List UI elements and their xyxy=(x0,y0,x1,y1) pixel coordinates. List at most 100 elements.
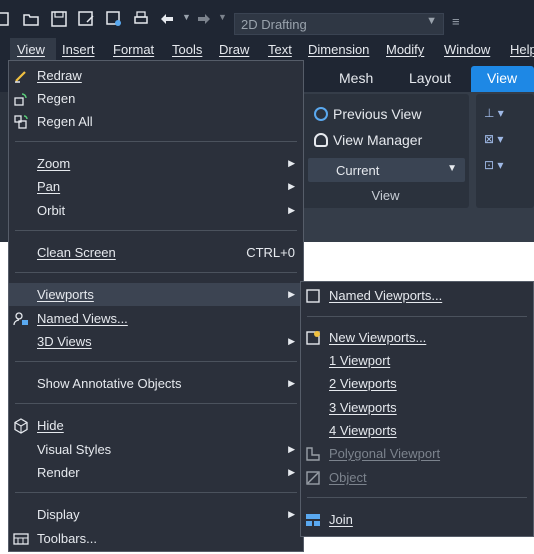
submenu-arrow-icon: ▶ xyxy=(288,509,295,519)
menu-item-3d-views[interactable]: 3D Views ▶ xyxy=(9,330,303,353)
menu-item-new-viewports[interactable]: New Viewports... xyxy=(301,326,533,349)
app-icon[interactable] xyxy=(0,10,10,28)
menu-item-object[interactable]: Object xyxy=(301,466,533,489)
view-panel-title: View xyxy=(371,188,400,203)
ucs-world-icon[interactable]: ⊡ ▾ xyxy=(484,158,503,172)
menu-item-label: Regen xyxy=(37,91,76,106)
menu-item-label: 2 Viewports xyxy=(329,376,397,391)
plot-icon[interactable] xyxy=(132,10,150,28)
undo-dropdown-icon[interactable]: ▼ xyxy=(182,12,191,22)
menu-bar: View Insert Format Tools Draw Text Dimen… xyxy=(0,38,534,62)
submenu-arrow-icon: ▶ xyxy=(288,378,295,388)
menu-item-join[interactable]: Join xyxy=(301,508,533,531)
menu-item-clean-screen[interactable]: Clean Screen CTRL+0 xyxy=(9,241,303,264)
menu-item-orbit[interactable]: Orbit ▶ xyxy=(9,199,303,222)
menu-item-label: 3 Viewports xyxy=(329,400,397,415)
submenu-arrow-icon: ▶ xyxy=(288,444,295,454)
tab-view-label: View xyxy=(487,70,518,86)
save-icon[interactable] xyxy=(50,10,68,28)
polygonal-viewport-icon xyxy=(305,446,321,462)
chevron-down-icon: ▼ xyxy=(426,15,437,27)
tab-layout[interactable]: Layout xyxy=(409,70,451,86)
menu-item-4-viewports[interactable]: 4 Viewports xyxy=(301,419,533,442)
named-views-icon xyxy=(13,311,29,327)
workspace-selector[interactable]: 2D Drafting ▼ xyxy=(234,13,444,35)
chevron-down-icon: ▼ xyxy=(447,163,457,174)
current-view-value: Current xyxy=(336,163,380,178)
menu-separator xyxy=(307,497,527,498)
menu-item-label: Object xyxy=(329,470,367,485)
menu-item-label: Regen All xyxy=(37,114,93,129)
menu-item-regen[interactable]: Regen xyxy=(9,87,303,110)
view-manager-label: View Manager xyxy=(333,132,423,148)
view-manager-button[interactable]: View Manager xyxy=(314,132,422,148)
menu-item-2-viewports[interactable]: 2 Viewports xyxy=(301,372,533,395)
undo-icon[interactable] xyxy=(158,10,176,28)
ucs-x-icon[interactable]: ⊠ ▾ xyxy=(484,132,503,146)
menu-item-label: New Viewports... xyxy=(329,330,427,345)
menu-format[interactable]: Format xyxy=(113,42,154,57)
open-icon[interactable] xyxy=(22,10,40,28)
menu-text[interactable]: Text xyxy=(268,42,292,57)
save-as-icon[interactable] xyxy=(77,10,95,28)
menu-item-label: Orbit xyxy=(37,203,66,218)
redo-icon[interactable] xyxy=(195,10,213,28)
view-manager-icon xyxy=(314,133,328,147)
menu-window[interactable]: Window xyxy=(444,42,490,57)
menu-item-hide[interactable]: Hide xyxy=(9,414,303,437)
menu-item-viewports[interactable]: Viewports ▶ xyxy=(9,283,303,306)
publish-icon[interactable] xyxy=(105,10,123,28)
customize-toolbar-icon[interactable]: ≡ xyxy=(452,14,460,29)
menu-dimension[interactable]: Dimension xyxy=(308,42,369,57)
redraw-icon xyxy=(13,68,29,84)
menu-separator xyxy=(15,230,297,231)
menu-item-1-viewport[interactable]: 1 Viewport xyxy=(301,349,533,372)
submenu-arrow-icon: ▶ xyxy=(288,289,295,299)
menu-item-pan[interactable]: Pan ▶ xyxy=(9,175,303,198)
menu-item-display[interactable]: Display ▶ xyxy=(9,503,303,526)
previous-view-icon xyxy=(314,107,328,121)
menu-item-named-viewports[interactable]: Named Viewports... xyxy=(301,284,533,307)
regen-all-icon xyxy=(13,114,29,130)
menu-item-named-views[interactable]: Named Views... xyxy=(9,307,303,330)
submenu-arrow-icon: ▶ xyxy=(288,467,295,477)
menu-separator xyxy=(15,403,297,404)
menu-item-shortcut: CTRL+0 xyxy=(246,245,295,260)
menu-item-redraw[interactable]: Redraw xyxy=(9,64,303,87)
redo-dropdown-icon[interactable]: ▼ xyxy=(218,12,227,22)
menu-draw[interactable]: Draw xyxy=(219,42,249,57)
menu-item-label: Show Annotative Objects xyxy=(37,376,182,391)
menu-separator xyxy=(15,141,297,142)
ucs-icon[interactable]: ⊥ ▾ xyxy=(484,106,504,120)
menu-item-label: Named Viewports... xyxy=(329,288,443,303)
submenu-arrow-icon: ▶ xyxy=(288,181,295,191)
menu-item-toolbars[interactable]: Toolbars... xyxy=(9,527,303,550)
submenu-arrow-icon: ▶ xyxy=(288,336,295,346)
new-viewports-icon xyxy=(305,330,321,346)
tab-mesh[interactable]: Mesh xyxy=(339,70,373,86)
submenu-arrow-icon: ▶ xyxy=(288,158,295,168)
previous-view-button[interactable]: Previous View xyxy=(314,106,421,122)
quick-access-toolbar: ▼ ▼ 2D Drafting ▼ ≡ xyxy=(0,0,534,38)
menu-item-label: Toolbars... xyxy=(37,531,97,546)
menu-tools[interactable]: Tools xyxy=(172,42,202,57)
menu-item-visual-styles[interactable]: Visual Styles ▶ xyxy=(9,438,303,461)
menu-item-3-viewports[interactable]: 3 Viewports xyxy=(301,396,533,419)
menu-item-polygonal-viewport[interactable]: Polygonal Viewport xyxy=(301,442,533,465)
menu-item-regen-all[interactable]: Regen All xyxy=(9,110,303,133)
current-view-dropdown[interactable]: Current ▼ xyxy=(308,158,465,182)
menu-item-label: Hide xyxy=(37,418,64,433)
menu-modify[interactable]: Modify xyxy=(386,42,424,57)
menu-insert[interactable]: Insert xyxy=(62,42,95,57)
menu-item-zoom[interactable]: Zoom ▶ xyxy=(9,152,303,175)
menu-item-show-annotative-objects[interactable]: Show Annotative Objects ▶ xyxy=(9,372,303,395)
menu-item-render[interactable]: Render ▶ xyxy=(9,461,303,484)
menu-separator xyxy=(307,316,527,317)
menu-item-label: 1 Viewport xyxy=(329,353,391,368)
previous-view-label: Previous View xyxy=(333,106,422,122)
menu-item-label: Redraw xyxy=(37,68,82,83)
tab-view[interactable]: View xyxy=(471,66,534,92)
menu-view[interactable]: View xyxy=(17,42,45,57)
menu-item-label: Zoom xyxy=(37,156,71,171)
menu-help[interactable]: Help xyxy=(510,42,534,57)
